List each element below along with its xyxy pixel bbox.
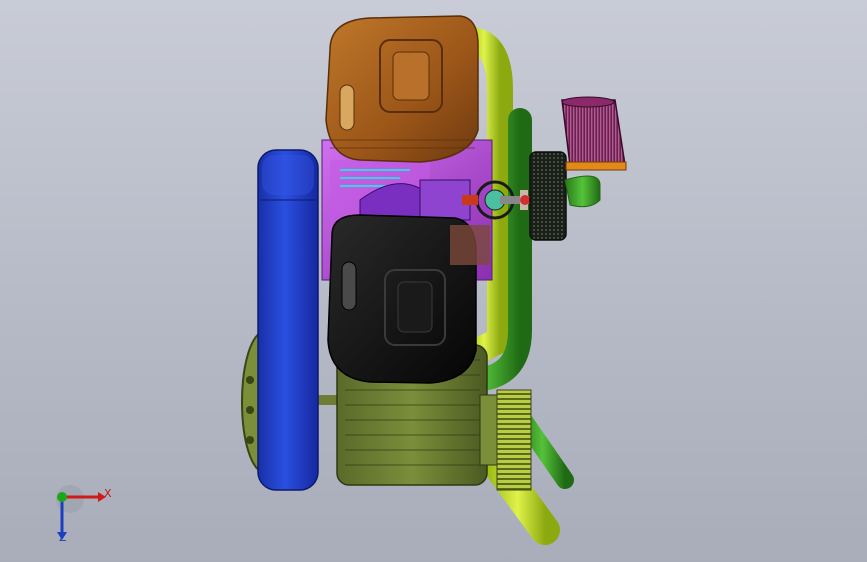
model-viewport[interactable]: X Z bbox=[0, 0, 867, 562]
z-axis-label: Z bbox=[59, 531, 67, 544]
x-axis-label: X bbox=[104, 487, 112, 500]
engine-assembly-model[interactable] bbox=[0, 0, 867, 562]
